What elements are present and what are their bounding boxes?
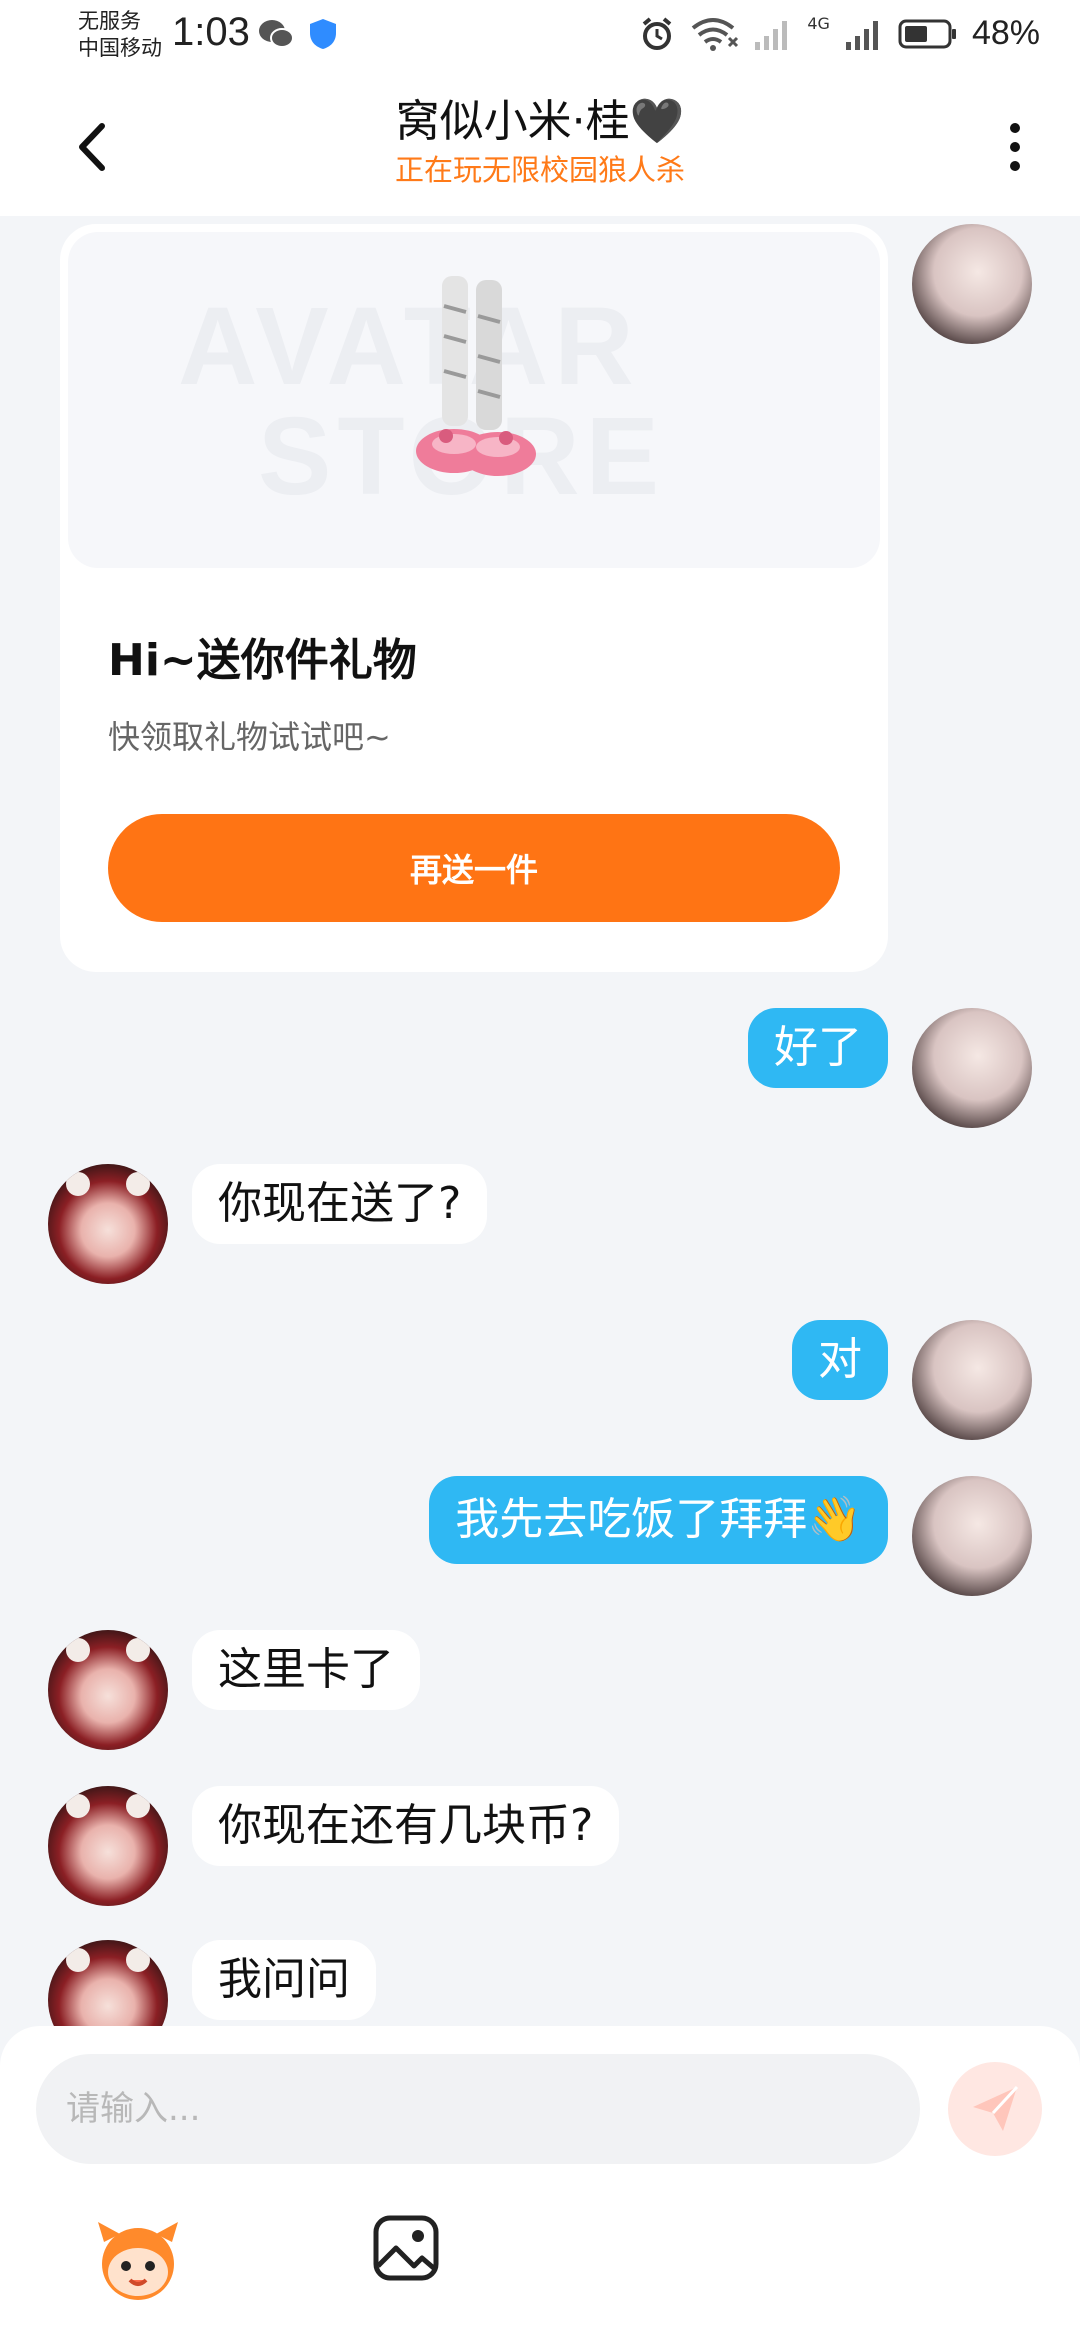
black-heart-emoji: 🖤	[629, 96, 685, 147]
chat-header: 窝似小米·桂🖤 正在玩无限校园狼人杀	[0, 78, 1080, 216]
page-title: 窝似小米·桂🖤	[200, 94, 880, 150]
battery-icon	[898, 19, 956, 48]
send-button[interactable]	[948, 2062, 1042, 2156]
contact-avatar[interactable]	[48, 1164, 168, 1284]
carrier-info: 无服务 中国移动	[78, 8, 162, 62]
self-avatar[interactable]	[912, 1008, 1032, 1128]
message-bubble-outgoing[interactable]: 对	[792, 1320, 888, 1400]
self-avatar[interactable]	[912, 1320, 1032, 1440]
self-avatar[interactable]	[912, 1476, 1032, 1596]
status-time: 1:03	[172, 10, 250, 54]
chat-message-list[interactable]: AVATAR STORE Hi~送你件礼物 快领取礼物试试吧~ 再送一件 好了 …	[0, 216, 1080, 2026]
contact-avatar[interactable]	[48, 1786, 168, 1906]
shield-icon	[310, 19, 336, 49]
contact-status: 正在玩无限校园狼人杀	[394, 153, 685, 187]
header-title-group: 窝似小米·桂🖤 正在玩无限校园狼人杀	[200, 94, 880, 188]
gift-title: Hi~送你件礼物	[108, 635, 417, 686]
wifi-icon	[692, 17, 739, 51]
message-bubble-incoming[interactable]: 你现在还有几块币?	[192, 1786, 620, 1866]
battery-percent: 48%	[971, 14, 1040, 52]
self-avatar[interactable]	[912, 224, 1032, 344]
wechat-icon	[259, 20, 294, 48]
message-composer	[0, 2026, 1080, 2340]
send-another-gift-button[interactable]: 再送一件	[108, 814, 840, 922]
contact-avatar[interactable]	[48, 1630, 168, 1750]
gift-description: 快领取礼物试试吧~	[108, 718, 391, 756]
back-button[interactable]	[60, 112, 130, 182]
message-bubble-incoming[interactable]: 这里卡了	[192, 1630, 420, 1710]
message-bubble-outgoing[interactable]: 我先去吃饭了拜拜👋	[429, 1476, 888, 1564]
contact-avatar[interactable]	[48, 1940, 168, 2026]
gift-socks-shoes-icon	[416, 276, 536, 476]
alarm-icon	[643, 16, 672, 50]
carrier-line-1: 无服务	[78, 9, 141, 33]
chevron-left-icon	[79, 123, 105, 171]
status-bar: 无服务 中国移动 1:03 4G 48%	[0, 0, 1080, 78]
paper-plane-icon	[973, 2085, 1019, 2131]
message-input[interactable]	[36, 2054, 920, 2164]
image-picker-icon[interactable]	[370, 2212, 442, 2284]
emoji-mascot-icon[interactable]	[90, 2212, 186, 2308]
contact-name: 窝似小米·桂	[395, 96, 630, 147]
signal-icon-secondary	[845, 20, 878, 50]
more-options-button[interactable]	[980, 112, 1050, 182]
carrier-line-2: 中国移动	[78, 36, 162, 60]
more-vertical-icon	[1010, 123, 1020, 171]
message-bubble-incoming[interactable]: 我问问	[192, 1940, 376, 2020]
gift-card-message: AVATAR STORE Hi~送你件礼物 快领取礼物试试吧~ 再送一件	[60, 224, 888, 972]
message-bubble-outgoing[interactable]: 好了	[748, 1008, 888, 1088]
signal-icon	[755, 20, 788, 50]
network-type-label: 4G	[807, 14, 830, 33]
gift-image: AVATAR STORE	[68, 232, 880, 568]
message-bubble-incoming[interactable]: 你现在送了?	[192, 1164, 488, 1244]
